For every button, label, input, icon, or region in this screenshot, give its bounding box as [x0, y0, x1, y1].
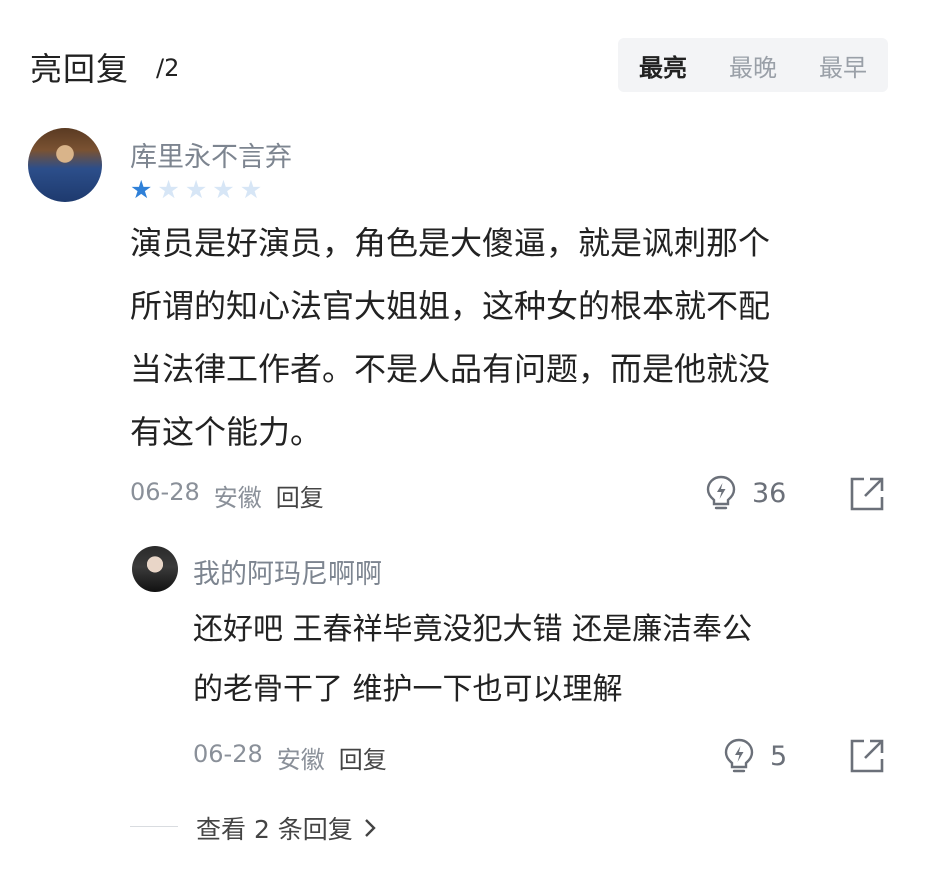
reply-location: 安徽 [276, 746, 325, 774]
sort-tabs: 最亮 最晚 最早 [618, 38, 888, 92]
reply-line: 的老骨干了 维护一下也可以理解 [193, 672, 623, 707]
star-rating: ★ ★ ★ ★ ★ [130, 177, 262, 202]
reply-avatar[interactable] [132, 546, 178, 592]
comment-meta: 06-28 安徽 回复 [130, 478, 324, 513]
tab-sort-latest[interactable]: 最晚 [708, 48, 798, 83]
comment-username[interactable]: 库里永不言弃 [130, 135, 292, 174]
comment-line: 所谓的知心法官大姐姐，这种女的根本就不配 [130, 287, 771, 325]
reply-body: 还好吧 王春祥毕竟没犯大错 还是廉洁奉公 的老骨干了 维护一下也可以理解 [193, 600, 893, 720]
star-icon: ★ [184, 175, 208, 204]
comment-date: 06-28 [130, 478, 200, 506]
like-button[interactable]: 36 [704, 474, 786, 512]
reply-like-count: 5 [770, 740, 788, 772]
lightbulb-like-icon [706, 475, 736, 510]
reply-line: 还好吧 王春祥毕竟没犯大错 还是廉洁奉公 [193, 612, 753, 647]
view-replies-label: 查看 2 条回复 [196, 815, 353, 844]
tab-sort-earliest[interactable]: 最早 [798, 48, 888, 83]
share-button[interactable] [848, 475, 886, 513]
section-count: /2 [156, 54, 180, 82]
star-icon: ★ [157, 175, 180, 204]
share-icon [850, 477, 884, 511]
like-count: 36 [752, 477, 787, 509]
comment-location: 安徽 [213, 484, 262, 512]
comment-body: 演员是好演员，角色是大傻逼，就是讽刺那个 所谓的知心法官大姐姐，这种女的根本就不… [130, 212, 890, 464]
lightbulb-like-icon [724, 738, 754, 773]
chevron-right-icon [364, 819, 376, 837]
comment-line: 演员是好演员，角色是大傻逼，就是讽刺那个 [130, 224, 771, 262]
reply-button[interactable]: 回复 [276, 478, 324, 513]
avatar[interactable] [28, 128, 102, 202]
comment-line: 有这个能力。 [130, 413, 323, 451]
section-title: 亮回复 [30, 50, 130, 88]
view-replies-link[interactable]: 查看 2 条回复 [196, 810, 377, 846]
tab-sort-hottest[interactable]: 最亮 [618, 48, 708, 83]
reply-date: 06-28 [193, 740, 263, 768]
comment-thread-page: 亮回复 /2 最亮 最晚 最早 库里永不言弃 ★ ★ ★ ★ ★ 演员是好演员，… [0, 0, 934, 888]
reply-like-button[interactable]: 5 [722, 737, 787, 775]
reply-share-button[interactable] [848, 737, 886, 775]
reply-to-reply-button[interactable]: 回复 [339, 740, 387, 775]
star-icon: ★ [239, 175, 263, 204]
reply-meta: 06-28 安徽 回复 [193, 740, 387, 775]
comment-line: 当法律工作者。不是人品有问题，而是他就没 [130, 350, 771, 388]
share-icon [850, 739, 884, 773]
star-icon: ★ [130, 175, 153, 204]
star-icon: ★ [212, 175, 235, 204]
reply-username[interactable]: 我的阿玛尼啊啊 [193, 552, 382, 591]
divider [130, 826, 178, 827]
